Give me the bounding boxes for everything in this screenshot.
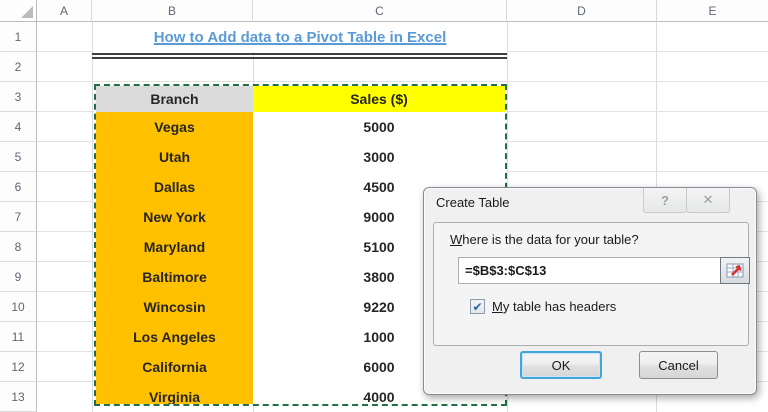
range-input[interactable]: =$B$3:$C$13 — [458, 257, 720, 284]
row-header-13[interactable]: 13 — [0, 382, 37, 412]
branch-cell[interactable]: New York — [96, 202, 253, 232]
row-header-9[interactable]: 9 — [0, 262, 37, 292]
branch-cell[interactable]: Maryland — [96, 232, 253, 262]
checkbox-rest: y table has headers — [502, 299, 617, 314]
branch-cell[interactable]: Los Angeles — [96, 322, 253, 352]
range-selector-button[interactable] — [720, 257, 750, 284]
row-header-10[interactable]: 10 — [0, 292, 37, 322]
row-header-1[interactable]: 1 — [0, 22, 37, 52]
prompt-mnemonic: W — [450, 232, 463, 247]
sales-cell[interactable]: 5000 — [253, 112, 505, 142]
branch-header-cell[interactable]: Branch — [96, 86, 253, 112]
table-row: Utah 3000 — [96, 142, 505, 172]
column-header-c[interactable]: C — [253, 0, 507, 22]
table-row: Vegas 5000 — [96, 112, 505, 142]
range-selector-icon — [726, 263, 744, 278]
column-header-a[interactable]: A — [37, 0, 92, 22]
cancel-button[interactable]: Cancel — [639, 351, 718, 379]
row-header-5[interactable]: 5 — [0, 142, 37, 172]
excel-sheet: A B C D E 1 2 3 4 5 6 7 8 9 10 11 12 13 … — [0, 0, 768, 412]
branch-cell[interactable]: Utah — [96, 142, 253, 172]
dialog-window-buttons: ? ✕ — [643, 188, 730, 213]
row-header-7[interactable]: 7 — [0, 202, 37, 232]
sales-cell[interactable]: 3000 — [253, 142, 505, 172]
branch-cell[interactable]: Wincosin — [96, 292, 253, 322]
dialog-title: Create Table — [436, 195, 510, 210]
headers-checkbox[interactable]: ✔ — [470, 299, 485, 314]
branch-cell[interactable]: Virginia — [96, 382, 253, 404]
prompt-rest: here is the data for your table? — [462, 232, 639, 247]
ok-button[interactable]: OK — [520, 351, 602, 379]
title-double-underline — [92, 53, 507, 59]
close-button[interactable]: ✕ — [686, 188, 730, 213]
help-icon: ? — [661, 192, 669, 208]
row-header-12[interactable]: 12 — [0, 352, 37, 382]
help-button[interactable]: ? — [643, 188, 687, 213]
create-table-dialog: Create Table ? ✕ Where is the data for y… — [423, 187, 757, 395]
checkbox-mnemonic: M — [492, 299, 503, 314]
row-header-6[interactable]: 6 — [0, 172, 37, 202]
dialog-group-box: Where is the data for your table? =$B$3:… — [433, 222, 750, 346]
sheet-title-cell[interactable]: How to Add data to a Pivot Table in Exce… — [93, 22, 507, 52]
sales-header-cell[interactable]: Sales ($) — [253, 86, 505, 112]
row-header-4[interactable]: 4 — [0, 112, 37, 142]
range-row: =$B$3:$C$13 — [458, 257, 750, 284]
column-header-b[interactable]: B — [92, 0, 253, 22]
column-header-e[interactable]: E — [657, 0, 768, 22]
row-header-3[interactable]: 3 — [0, 82, 37, 112]
select-all-corner[interactable] — [0, 0, 37, 22]
range-prompt-label: Where is the data for your table? — [450, 232, 639, 247]
checkbox-check-icon: ✔ — [472, 299, 483, 314]
row-header-8[interactable]: 8 — [0, 232, 37, 262]
row-header-2[interactable]: 2 — [0, 52, 37, 82]
column-header-d[interactable]: D — [507, 0, 657, 22]
table-header-row: Branch Sales ($) — [96, 86, 505, 112]
gridline — [37, 81, 768, 82]
headers-checkbox-row: ✔ My table has headers — [470, 299, 616, 314]
branch-cell[interactable]: Dallas — [96, 172, 253, 202]
branch-cell[interactable]: Baltimore — [96, 262, 253, 292]
row-header-11[interactable]: 11 — [0, 322, 37, 352]
close-icon: ✕ — [702, 192, 714, 207]
branch-cell[interactable]: California — [96, 352, 253, 382]
headers-checkbox-label: My table has headers — [492, 299, 616, 314]
branch-cell[interactable]: Vegas — [96, 112, 253, 142]
select-all-triangle-icon — [21, 6, 33, 18]
